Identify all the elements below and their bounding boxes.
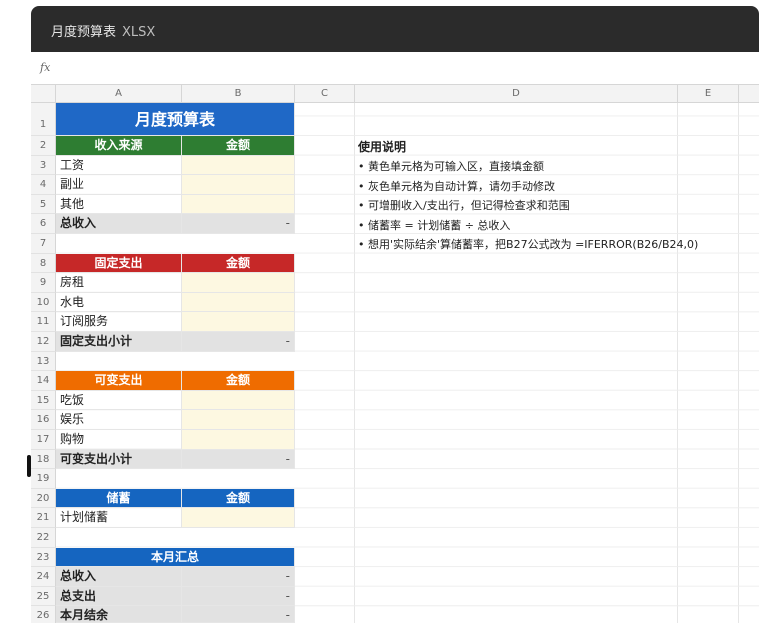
- income-item-label[interactable]: 其他: [56, 194, 182, 215]
- income-amount-header[interactable]: 金额: [182, 136, 295, 156]
- variable-item-label[interactable]: 吃饭: [56, 390, 182, 411]
- column-header-a[interactable]: A: [56, 85, 182, 103]
- row-header-21[interactable]: 21: [31, 508, 56, 528]
- row-header-12[interactable]: 12: [31, 332, 56, 352]
- file-name: 月度预算表: [51, 25, 117, 40]
- fixed-item-label[interactable]: 水电: [56, 292, 182, 313]
- variable-item-amount[interactable]: [182, 410, 295, 430]
- column-header-b[interactable]: B: [182, 85, 295, 103]
- income-item-label[interactable]: 工资: [56, 155, 182, 176]
- income-total-label[interactable]: 总收入: [56, 214, 182, 234]
- window-titlebar: 月度预算表 XLSX: [31, 6, 759, 52]
- row-header-2[interactable]: 2: [31, 136, 56, 156]
- summary-label[interactable]: 本月结余: [56, 606, 182, 623]
- variable-expense-header[interactable]: 可变支出: [56, 371, 182, 391]
- variable-amount-header[interactable]: 金额: [182, 371, 295, 391]
- row-header-25[interactable]: 25: [31, 586, 56, 607]
- window-title: 月度预算表 XLSX: [51, 21, 155, 40]
- savings-item-amount[interactable]: [182, 508, 295, 528]
- column-e-area[interactable]: [678, 103, 739, 623]
- fixed-amount-header[interactable]: 金额: [182, 253, 295, 274]
- row-header-11[interactable]: 11: [31, 312, 56, 332]
- row-header-16[interactable]: 16: [31, 410, 56, 430]
- fixed-item-label[interactable]: 订阅服务: [56, 312, 182, 332]
- notes-line: • 想用'实际结余'算储蓄率，把B27公式改为 =IFERROR(B26/B24…: [358, 238, 699, 251]
- row-header-8[interactable]: 8: [31, 253, 56, 274]
- notes-title: 使用说明: [358, 140, 407, 154]
- row-header-6[interactable]: 6: [31, 214, 56, 234]
- row-header-4[interactable]: 4: [31, 175, 56, 195]
- variable-total-value[interactable]: -: [182, 449, 295, 470]
- formula-bar[interactable]: fx: [31, 52, 759, 84]
- row-header-9[interactable]: 9: [31, 273, 56, 293]
- row-header-26[interactable]: 26: [31, 606, 56, 623]
- income-item-amount[interactable]: [182, 175, 295, 195]
- variable-item-amount[interactable]: [182, 430, 295, 450]
- file-extension: XLSX: [122, 25, 156, 40]
- income-item-amount[interactable]: [182, 194, 295, 215]
- summary-header[interactable]: 本月汇总: [56, 547, 295, 568]
- summary-label[interactable]: 总支出: [56, 586, 182, 607]
- income-header[interactable]: 收入来源: [56, 136, 182, 156]
- row-header-3[interactable]: 3: [31, 155, 56, 176]
- income-item-amount[interactable]: [182, 155, 295, 176]
- savings-header[interactable]: 储蓄: [56, 488, 182, 509]
- summary-value[interactable]: -: [182, 586, 295, 607]
- row-header-23[interactable]: 23: [31, 547, 56, 568]
- fixed-total-value[interactable]: -: [182, 332, 295, 352]
- fixed-item-label[interactable]: 房租: [56, 273, 182, 293]
- fixed-total-label[interactable]: 固定支出小计: [56, 332, 182, 352]
- notes-line: • 储蓄率 = 计划储蓄 ÷ 总收入: [358, 219, 511, 232]
- row-header-5[interactable]: 5: [31, 194, 56, 215]
- summary-label[interactable]: 总收入: [56, 567, 182, 587]
- income-item-label[interactable]: 副业: [56, 175, 182, 195]
- variable-item-label[interactable]: 娱乐: [56, 410, 182, 430]
- variable-item-amount[interactable]: [182, 390, 295, 411]
- row-header-18[interactable]: 18: [31, 449, 56, 470]
- row-header-22[interactable]: 22: [31, 528, 56, 548]
- row-header-1[interactable]: 1: [31, 103, 56, 136]
- row-header-15[interactable]: 15: [31, 390, 56, 411]
- savings-amount-header[interactable]: 金额: [182, 488, 295, 509]
- notes-line: • 黄色单元格为可输入区，直接填金额: [358, 160, 544, 173]
- sheet-title[interactable]: 月度预算表: [56, 103, 295, 136]
- fixed-item-amount[interactable]: [182, 312, 295, 332]
- column-header-c[interactable]: C: [295, 85, 355, 103]
- row-header-7[interactable]: 7: [31, 234, 56, 254]
- drag-handle[interactable]: [27, 455, 31, 477]
- income-total-value[interactable]: -: [182, 214, 295, 234]
- fixed-item-amount[interactable]: [182, 292, 295, 313]
- fixed-item-amount[interactable]: [182, 273, 295, 293]
- column-header-f[interactable]: [739, 85, 759, 103]
- row-header-14[interactable]: 14: [31, 371, 56, 391]
- row-header-17[interactable]: 17: [31, 430, 56, 450]
- row-header-19[interactable]: 19: [31, 469, 56, 489]
- fx-icon: fx: [40, 61, 51, 74]
- summary-value[interactable]: -: [182, 567, 295, 587]
- column-header-d[interactable]: D: [355, 85, 678, 103]
- savings-item-label[interactable]: 计划储蓄: [56, 508, 182, 528]
- row-header-13[interactable]: 13: [31, 351, 56, 372]
- column-header-e[interactable]: E: [678, 85, 739, 103]
- row-header-20[interactable]: 20: [31, 488, 56, 509]
- variable-item-label[interactable]: 购物: [56, 430, 182, 450]
- notes-line: • 灰色单元格为自动计算，请勿手动修改: [358, 180, 555, 193]
- row-header-10[interactable]: 10: [31, 292, 56, 313]
- row-header-24[interactable]: 24: [31, 567, 56, 587]
- column-c-area[interactable]: [295, 103, 355, 623]
- column-headers: A B C D E: [31, 84, 759, 103]
- summary-value[interactable]: -: [182, 606, 295, 623]
- variable-total-label[interactable]: 可变支出小计: [56, 449, 182, 470]
- spreadsheet-grid[interactable]: 1 2 3 4 5 6 7 8 9 10 11 12 13 14 15 16 1…: [31, 103, 759, 623]
- fixed-expense-header[interactable]: 固定支出: [56, 253, 182, 274]
- notes-line: • 可增删收入/支出行，但记得检查求和范围: [358, 199, 570, 212]
- select-all-corner[interactable]: [31, 85, 56, 103]
